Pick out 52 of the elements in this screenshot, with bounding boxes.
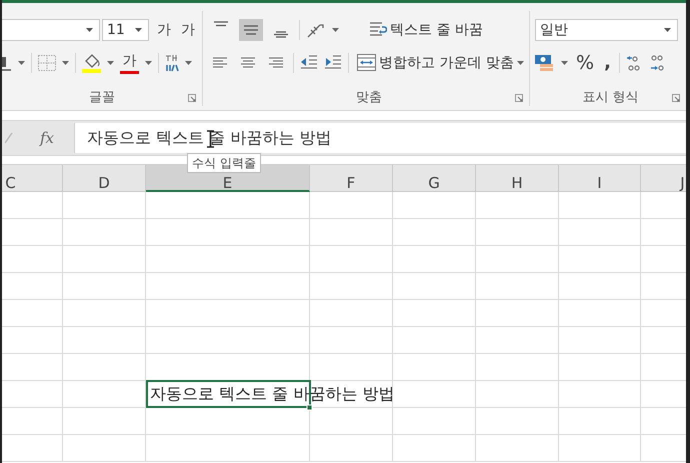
group-label: 표시 형식 (582, 89, 639, 106)
horizontal-align-icon[interactable] (268, 56, 284, 68)
dropdown-arrow-icon[interactable] (561, 60, 568, 64)
percent-style-button[interactable]: % (574, 52, 596, 74)
column-header[interactable]: F (310, 165, 393, 192)
align-icon (243, 24, 259, 34)
grow-font-button[interactable]: 가 (155, 18, 173, 40)
font-name-field[interactable] (2, 18, 100, 40)
dropdown-arrow-icon (86, 28, 93, 32)
comma-style-button[interactable]: , (602, 52, 613, 74)
align-icon (213, 20, 229, 26)
column-header[interactable]: C (2, 165, 63, 192)
column-header[interactable]: J (641, 165, 686, 192)
dropdown-arrow-icon[interactable] (185, 60, 192, 64)
wrap-text-icon (369, 20, 387, 38)
column-header[interactable]: I (559, 165, 641, 192)
align-icon (273, 30, 289, 38)
dialog-launcher-icon[interactable] (188, 94, 196, 102)
dropdown-arrow-icon[interactable] (332, 28, 339, 32)
wrap-text-button[interactable]: 텍스트 줄 바꿈 (367, 18, 485, 40)
font-color-button[interactable]: 가 (120, 52, 139, 74)
column-header[interactable]: G (393, 165, 476, 192)
dropdown-arrow-icon (135, 28, 142, 32)
number-format-field[interactable]: 일반 (535, 18, 678, 40)
merge-cells-icon (357, 54, 376, 71)
horizontal-align-icon[interactable] (240, 56, 256, 68)
font-size-field[interactable]: 11 (102, 18, 149, 40)
number-format-value: 일반 (540, 20, 568, 38)
shrink-font-button[interactable]: 가 (179, 18, 197, 40)
dialog-launcher-icon[interactable] (672, 94, 680, 102)
increase-indent-icon[interactable] (324, 54, 342, 70)
increase-decimal-icon[interactable] (626, 54, 642, 72)
horizontal-align-icon[interactable] (212, 56, 228, 68)
tooltip: 수식 입력줄 (187, 153, 261, 173)
dropdown-arrow-icon (516, 60, 524, 64)
merge-center-button[interactable]: 병합하고 가운데 맞춤 (355, 52, 526, 74)
insert-function-button[interactable]: fx (40, 129, 74, 147)
vertical-align-button[interactable] (239, 18, 263, 40)
font-size-value: 11 (107, 22, 125, 38)
dropdown-arrow-icon[interactable] (107, 60, 114, 64)
dropdown-arrow-icon[interactable] (18, 60, 25, 64)
dialog-launcher-icon[interactable] (515, 94, 523, 102)
phonetic-guide-icon[interactable] (165, 54, 179, 72)
decrease-indent-icon[interactable] (300, 54, 318, 70)
group-label: 글꼴 (89, 89, 115, 106)
dropdown-arrow-icon (664, 28, 671, 32)
accounting-format-icon[interactable] (535, 54, 555, 72)
dropdown-arrow-icon[interactable] (145, 60, 152, 64)
dropdown-arrow-icon[interactable] (62, 60, 69, 64)
fill-color-icon[interactable] (82, 52, 101, 72)
column-header[interactable]: H (476, 165, 559, 192)
group-label: 맞춤 (356, 89, 382, 106)
